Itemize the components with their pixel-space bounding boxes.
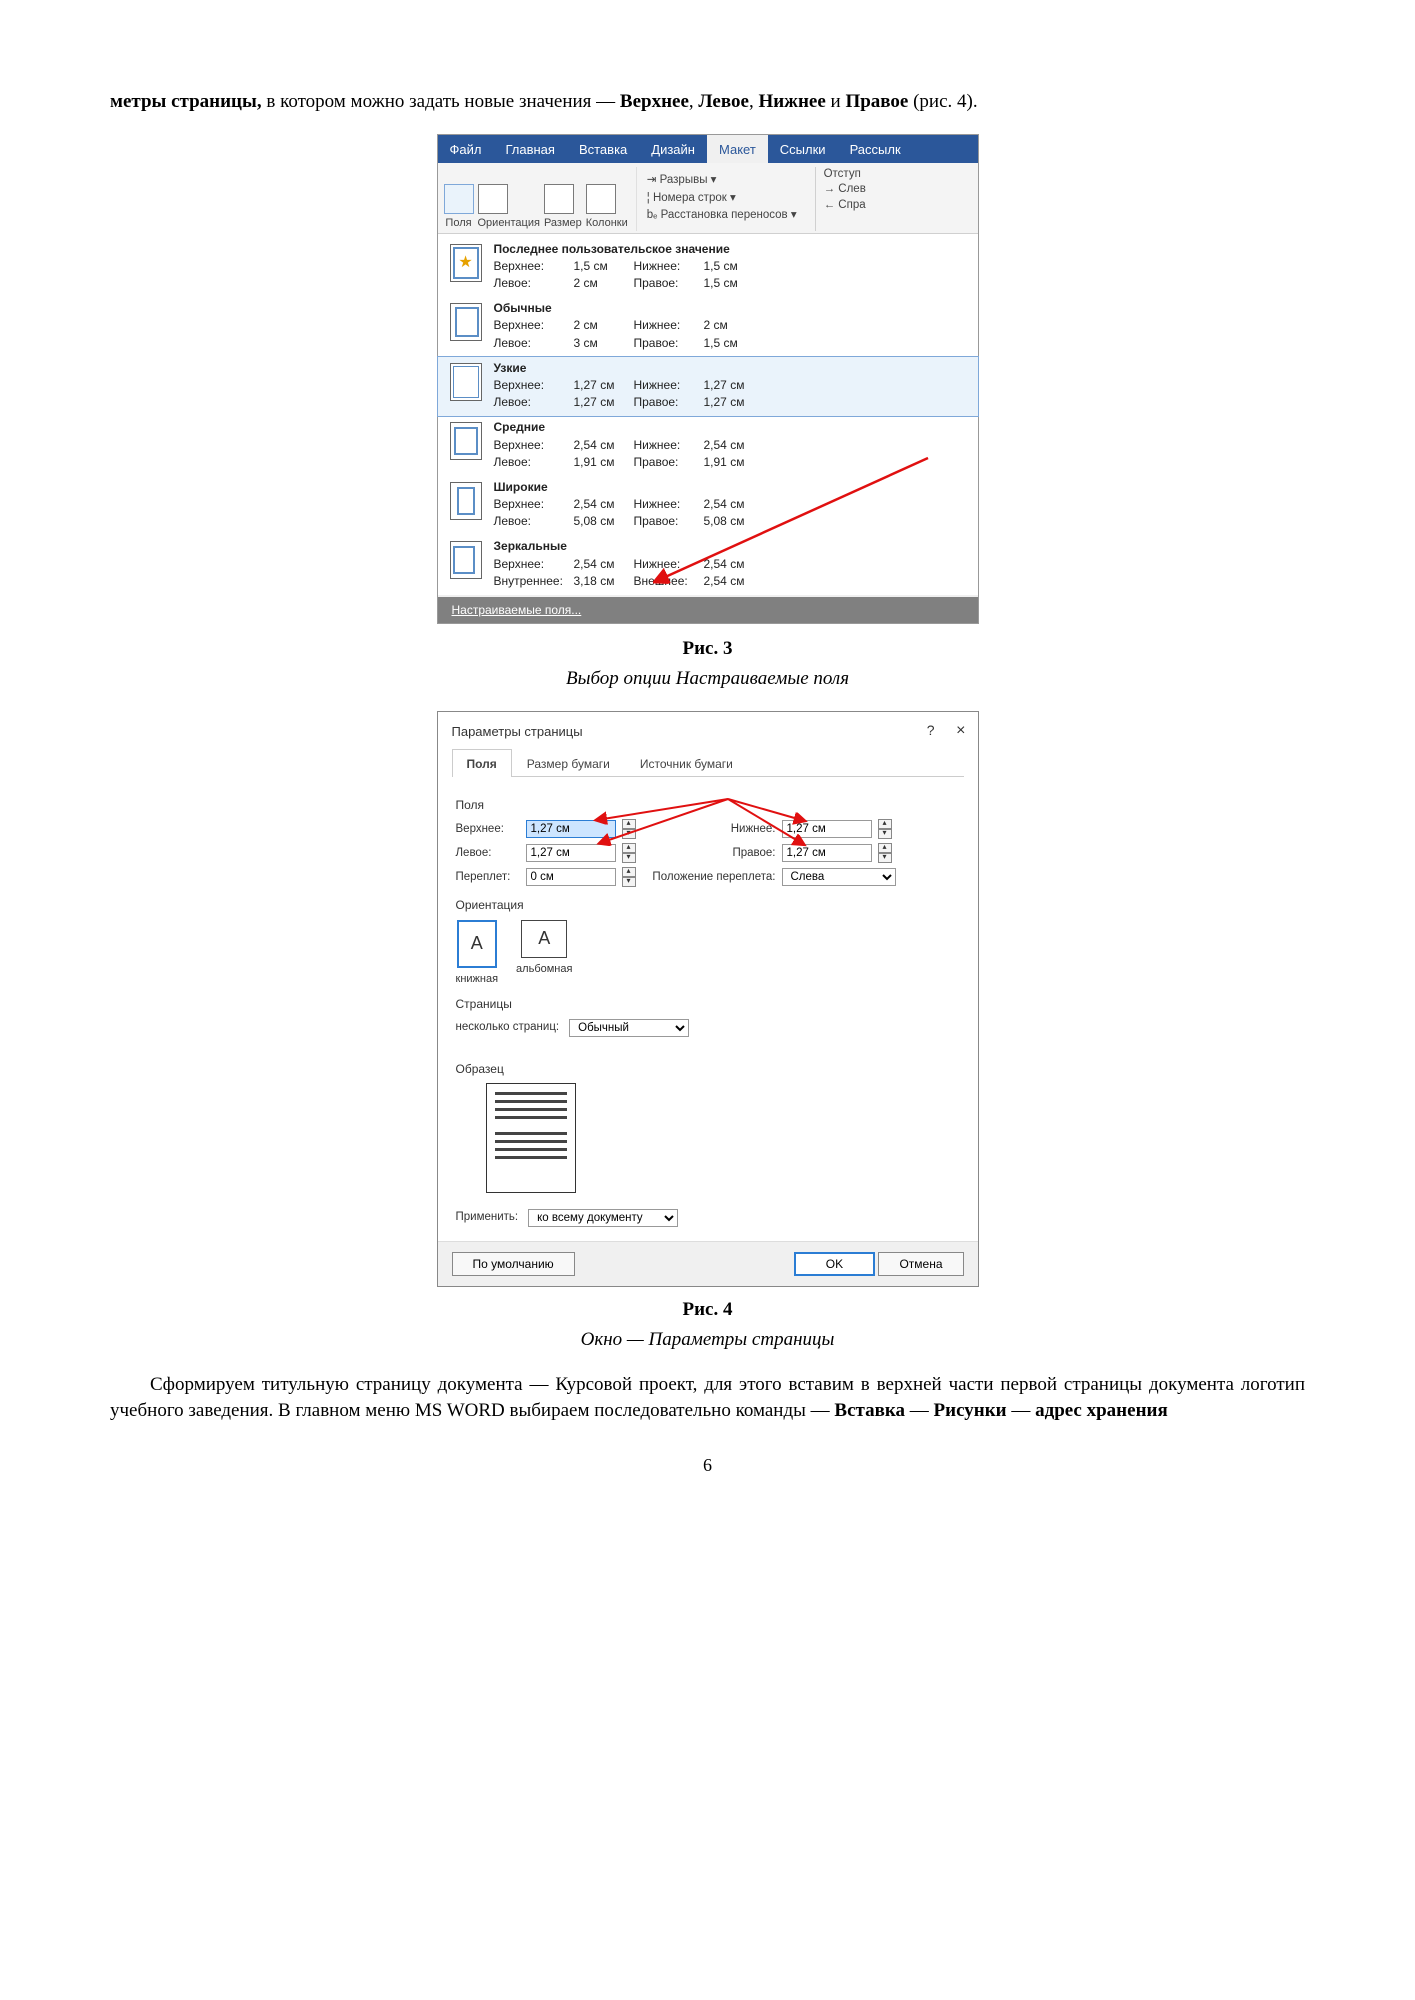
left-margin-input[interactable]: [526, 844, 616, 862]
top-margin-label: Верхнее:: [456, 822, 520, 838]
custom-margins-option[interactable]: Настраиваемые поля...: [438, 597, 978, 623]
margin-preset-middle[interactable]: СредниеВерхнее:2,54 смНижнее:2,54 смЛево…: [438, 416, 978, 476]
preview-thumbnail: [486, 1083, 576, 1193]
figure-4-subcaption: Окно — Параметры страницы: [110, 1327, 1305, 1353]
figure-4-caption: Рис. 4: [110, 1297, 1305, 1323]
bottom-margin-label: Нижнее:: [646, 822, 776, 838]
margin-preset-normal[interactable]: ОбычныеВерхнее:2 смНижнее:2 смЛевое:3 см…: [438, 297, 978, 357]
ok-button[interactable]: OK: [794, 1252, 875, 1276]
right-spinner[interactable]: ▴▾: [878, 843, 892, 863]
margin-preset-icon: [450, 422, 482, 460]
gutter-spinner[interactable]: ▴▾: [622, 867, 636, 887]
margin-preset-icon: [450, 303, 482, 341]
multi-pages-select[interactable]: Обычный: [569, 1019, 689, 1037]
dialog-tab-paper[interactable]: Размер бумаги: [512, 749, 625, 777]
margin-preset-icon: [450, 363, 482, 401]
margin-preset-last[interactable]: ★Последнее пользовательское значениеВерх…: [438, 238, 978, 298]
margin-preset-icon: ★: [450, 244, 482, 282]
margin-preset-mirror[interactable]: ЗеркальныеВерхнее:2,54 смНижнее:2,54 смВ…: [438, 535, 978, 595]
figure-3-subcaption: Выбор опции Настраиваемые поля: [110, 666, 1305, 692]
margin-preset-wide[interactable]: ШирокиеВерхнее:2,54 смНижнее:2,54 смЛево…: [438, 476, 978, 536]
margins-dropdown-panel: ★Последнее пользовательское значениеВерх…: [438, 234, 978, 595]
margin-preset-icon: [450, 541, 482, 579]
multi-pages-label: несколько страниц:: [456, 1020, 560, 1036]
ribbon-body: Поля Ориентация Размер Колонки ⇥ Разрывы…: [438, 163, 978, 234]
gutter-pos-select[interactable]: Слева: [782, 868, 896, 886]
cancel-button[interactable]: Отмена: [878, 1252, 963, 1276]
orientation-portrait[interactable]: A книжная: [456, 920, 499, 987]
close-icon[interactable]: ×: [956, 722, 965, 739]
tab-references[interactable]: Ссылки: [768, 135, 838, 163]
margin-preset-icon: [450, 482, 482, 520]
tab-home[interactable]: Главная: [493, 135, 566, 163]
section-pages-label: Страницы: [456, 996, 960, 1012]
right-margin-label: Правое:: [646, 846, 776, 862]
dialog-tab-layout[interactable]: Источник бумаги: [625, 749, 748, 777]
closing-paragraph: Сформируем титульную страницу документа …: [110, 1372, 1305, 1423]
tab-file[interactable]: Файл: [438, 135, 494, 163]
help-button[interactable]: ?: [927, 722, 935, 738]
bottom-spinner[interactable]: ▴▾: [878, 819, 892, 839]
tab-design[interactable]: Дизайн: [639, 135, 707, 163]
hyphenation-dropdown[interactable]: bₑ Расстановка переносов ▾: [645, 207, 799, 225]
gutter-pos-label: Положение переплета:: [646, 870, 776, 886]
gutter-input[interactable]: [526, 868, 616, 886]
bottom-margin-input[interactable]: [782, 820, 872, 838]
left-spinner[interactable]: ▴▾: [622, 843, 636, 863]
columns-icon[interactable]: [586, 184, 616, 214]
dialog-tab-margins[interactable]: Поля: [452, 749, 512, 777]
apply-to-label: Применить:: [456, 1210, 519, 1226]
ribbon-tabs: Файл Главная Вставка Дизайн Макет Ссылки…: [438, 135, 978, 163]
default-button[interactable]: По умолчанию: [452, 1252, 575, 1276]
section-orientation-label: Ориентация: [456, 897, 960, 913]
right-margin-input[interactable]: [782, 844, 872, 862]
tab-layout[interactable]: Макет: [707, 135, 768, 163]
figure-3-screenshot: Файл Главная Вставка Дизайн Макет Ссылки…: [437, 134, 979, 625]
indent-left[interactable]: → Слев: [824, 182, 866, 198]
dialog-title: Параметры страницы: [452, 723, 583, 741]
margin-preset-narrow[interactable]: УзкиеВерхнее:1,27 смНижнее:1,27 смЛевое:…: [437, 356, 979, 418]
section-margins-label: Поля: [456, 797, 960, 813]
figure-3-caption: Рис. 3: [110, 636, 1305, 662]
tab-mailings[interactable]: Рассылк: [838, 135, 913, 163]
figure-4-dialog: Параметры страницы ? × Поля Размер бумаг…: [437, 711, 979, 1286]
section-preview-label: Образец: [456, 1061, 960, 1077]
orientation-icon[interactable]: [478, 184, 508, 214]
indent-right[interactable]: ← Спра: [824, 198, 866, 214]
breaks-dropdown[interactable]: ⇥ Разрывы ▾: [645, 172, 719, 190]
left-margin-label: Левое:: [456, 846, 520, 862]
top-margin-input[interactable]: [526, 820, 616, 838]
apply-to-select[interactable]: ко всему документу: [528, 1209, 678, 1227]
intro-paragraph: метры страницы, в котором можно задать н…: [110, 89, 1305, 115]
page-number: 6: [110, 1453, 1305, 1477]
size-icon[interactable]: [544, 184, 574, 214]
tab-insert[interactable]: Вставка: [567, 135, 639, 163]
line-numbers-dropdown[interactable]: ¦ Номера строк ▾: [645, 190, 738, 208]
margins-icon[interactable]: [444, 184, 474, 214]
top-spinner[interactable]: ▴▾: [622, 819, 636, 839]
gutter-label: Переплет:: [456, 870, 520, 886]
orientation-landscape[interactable]: A альбомная: [516, 920, 572, 987]
